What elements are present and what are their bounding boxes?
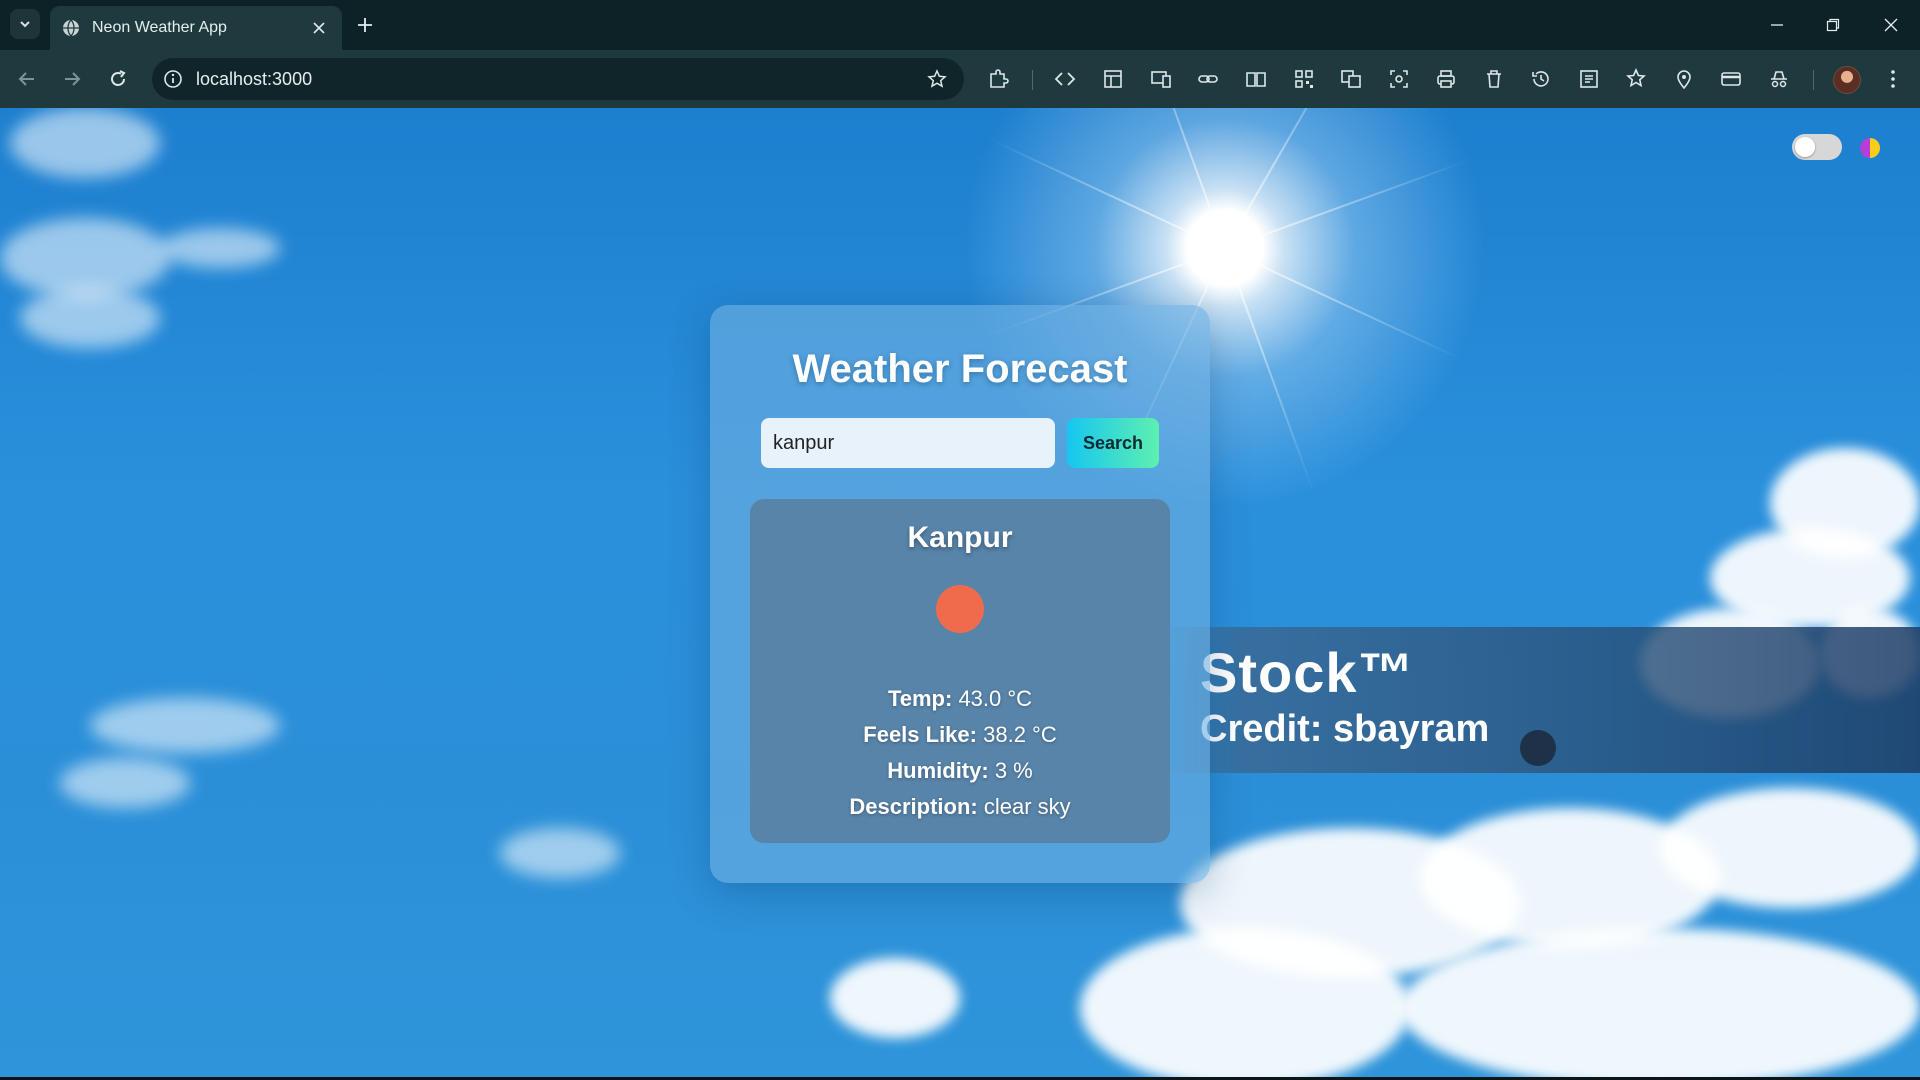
browser-tab-strip: Neon Weather App <box>0 0 1920 50</box>
browser-toolbar: localhost:3000 <box>0 50 1920 108</box>
profile-avatar[interactable] <box>1833 66 1861 94</box>
toolbar-separator <box>1813 70 1814 90</box>
weather-stats: Temp: 43.0 °C Feels Like: 38.2 °C Humidi… <box>750 681 1170 825</box>
weather-result-panel: Kanpur Temp: 43.0 °C Feels Like: 38.2 °C… <box>750 499 1170 843</box>
payment-card-icon[interactable] <box>1718 66 1744 92</box>
reading-mode-icon[interactable] <box>1243 66 1269 92</box>
restore-icon <box>1826 18 1840 32</box>
temp-row: Temp: 43.0 °C <box>750 681 1170 717</box>
arrow-right-icon <box>65 72 81 86</box>
humidity-label: Humidity: <box>887 758 989 783</box>
translate-icon[interactable] <box>1338 66 1364 92</box>
qr-code-icon[interactable] <box>1291 66 1317 92</box>
watermark-credit: Credit: sbayram <box>1200 708 1490 750</box>
feels-like-label: Feels Like: <box>863 722 977 747</box>
cloud <box>1400 928 1920 1077</box>
globe-icon <box>63 19 79 37</box>
cloud <box>1660 788 1920 908</box>
tab-search-dropdown-button[interactable] <box>10 9 40 39</box>
humidity-value: 3 % <box>994 758 1033 783</box>
minimize-icon <box>1771 24 1783 26</box>
cloud <box>90 698 280 753</box>
description-value: clear sky <box>983 794 1071 819</box>
arrow-left-icon <box>18 72 34 86</box>
description-label: Description: <box>849 794 978 819</box>
temp-value: 43.0 °C <box>958 686 1033 711</box>
history-icon[interactable] <box>1528 66 1554 92</box>
layout-icon[interactable] <box>1100 66 1126 92</box>
app-title: Weather Forecast <box>792 347 1128 391</box>
screenshot-icon[interactable] <box>1386 66 1412 92</box>
weather-card: Weather Forecast Search Kanpur Temp: 43.… <box>710 305 1210 883</box>
search-button[interactable]: Search <box>1067 418 1159 468</box>
new-tab-button[interactable] <box>352 12 378 38</box>
favorites-icon[interactable] <box>1623 66 1649 92</box>
city-search-input[interactable] <box>761 418 1055 468</box>
incognito-icon[interactable] <box>1766 66 1792 92</box>
reading-list-icon[interactable] <box>1576 66 1602 92</box>
reload-button[interactable] <box>103 64 133 94</box>
close-icon <box>1884 18 1898 32</box>
cloud <box>10 108 160 178</box>
link-icon[interactable] <box>1195 66 1221 92</box>
site-info-icon[interactable] <box>162 68 184 90</box>
chevron-down-icon <box>20 21 30 28</box>
forward-button[interactable] <box>57 64 87 94</box>
city-name: Kanpur <box>907 521 1013 554</box>
close-window-button[interactable] <box>1876 12 1906 38</box>
back-button[interactable] <box>12 64 42 94</box>
address-bar[interactable]: localhost:3000 <box>152 58 964 100</box>
print-icon[interactable] <box>1433 66 1459 92</box>
theme-mode-icon <box>1860 138 1880 158</box>
toolbar-separator <box>1032 70 1033 90</box>
cloud <box>1080 928 1410 1077</box>
trash-icon[interactable] <box>1481 66 1507 92</box>
feels-like-value: 38.2 °C <box>983 722 1057 747</box>
cloud <box>60 758 190 808</box>
sun-ray <box>1224 159 1470 250</box>
tab-title: Neon Weather App <box>92 19 227 36</box>
sun-ray <box>1224 108 1356 250</box>
cloud <box>830 958 960 1038</box>
theme-toggle[interactable] <box>1792 134 1842 160</box>
watermark-dot <box>1520 730 1556 766</box>
code-icon[interactable] <box>1052 66 1078 92</box>
feels-like-row: Feels Like: 38.2 °C <box>750 717 1170 753</box>
watermark-text: Stock™ <box>1200 641 1415 704</box>
cloud <box>20 288 160 348</box>
close-icon <box>313 22 325 34</box>
location-pin-icon[interactable] <box>1671 66 1697 92</box>
plus-icon <box>358 18 372 32</box>
cloud <box>160 228 280 268</box>
bookmark-star-icon[interactable] <box>926 68 948 90</box>
sun-icon <box>936 585 984 633</box>
cloud <box>0 218 170 298</box>
temp-label: Temp: <box>887 686 953 711</box>
reload-icon <box>111 70 126 86</box>
responsive-icon[interactable] <box>1148 66 1174 92</box>
address-url: localhost:3000 <box>196 69 313 89</box>
cloud <box>500 828 620 878</box>
browser-tab-active[interactable]: Neon Weather App <box>50 6 342 50</box>
minimize-button[interactable] <box>1762 12 1792 38</box>
humidity-row: Humidity: 3 % <box>750 753 1170 789</box>
tab-close-button[interactable] <box>308 17 330 39</box>
toggle-knob <box>1795 137 1815 157</box>
description-row: Description: clear sky <box>750 789 1170 825</box>
more-menu-icon[interactable] <box>1880 66 1906 92</box>
restore-button[interactable] <box>1818 12 1848 38</box>
extensions-icon[interactable] <box>985 66 1011 92</box>
